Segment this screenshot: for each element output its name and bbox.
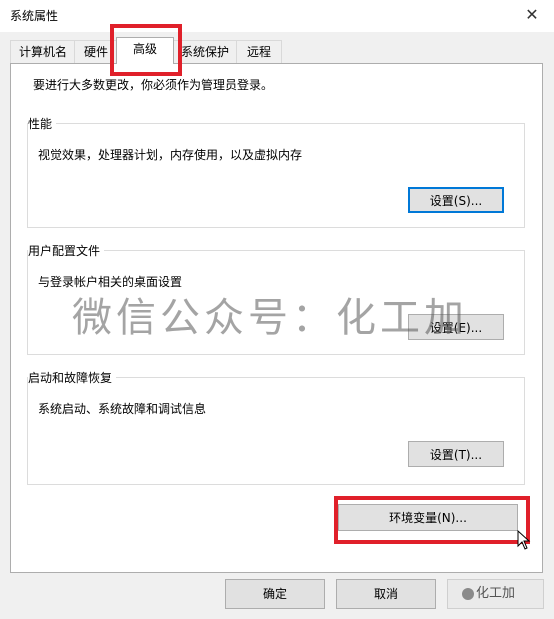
environment-variables-button[interactable]: 环境变量(N)...: [338, 504, 518, 531]
ok-button[interactable]: 确定: [225, 579, 325, 609]
performance-group: 性能 视觉效果，处理器计划，内存使用，以及虚拟内存 设置(S)...: [27, 115, 525, 228]
tab-computer-name[interactable]: 计算机名: [10, 40, 76, 63]
user-profiles-title: 用户配置文件: [28, 242, 105, 259]
startup-recovery-desc: 系统启动、系统故障和调试信息: [38, 402, 207, 416]
startup-recovery-title: 启动和故障恢复: [28, 369, 117, 386]
startup-recovery-settings-button[interactable]: 设置(T)...: [408, 441, 504, 467]
wechat-icon: [462, 587, 474, 600]
advanced-panel: 要进行大多数更改，你必须作为管理员登录。 性能 视觉效果，处理器计划，内存使用，…: [10, 63, 543, 573]
startup-recovery-group: 启动和故障恢复 系统启动、系统故障和调试信息 设置(T)...: [27, 369, 525, 485]
tab-hardware[interactable]: 硬件: [74, 40, 118, 63]
performance-desc: 视觉效果，处理器计划，内存使用，以及虚拟内存: [38, 148, 303, 162]
window-title: 系统属性: [10, 9, 59, 23]
admin-note: 要进行大多数更改，你必须作为管理员登录。: [33, 78, 274, 92]
cancel-button[interactable]: 取消: [336, 579, 436, 609]
performance-settings-button[interactable]: 设置(S)...: [408, 187, 504, 213]
tab-advanced[interactable]: 高级: [116, 37, 174, 64]
watermark-badge-text: 化工加: [476, 586, 516, 601]
close-icon[interactable]: ✕: [520, 3, 544, 27]
user-profiles-desc: 与登录帐户相关的桌面设置: [38, 275, 183, 289]
user-profiles-group: 用户配置文件 与登录帐户相关的桌面设置 设置(E)...: [27, 242, 525, 355]
watermark-badge: 化工加: [447, 579, 544, 609]
title-bar: 系统属性 ✕: [0, 0, 554, 32]
user-profiles-settings-button[interactable]: 设置(E)...: [408, 314, 504, 340]
performance-title: 性能: [28, 115, 57, 132]
mouse-cursor-icon: [517, 530, 531, 550]
tab-remote[interactable]: 远程: [236, 40, 282, 63]
tab-system-protection[interactable]: 系统保护: [172, 40, 238, 63]
